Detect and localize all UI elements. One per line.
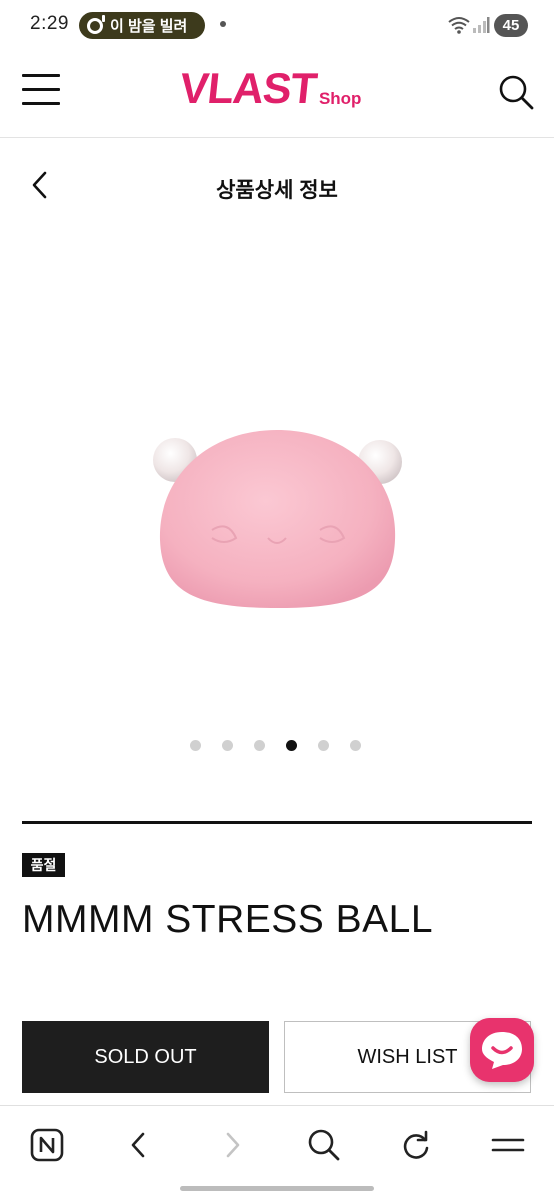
carousel-dot[interactable]	[286, 740, 297, 751]
page-title-bar: 상품상세 정보	[0, 138, 554, 234]
signal-icon	[473, 17, 490, 33]
carousel-dot[interactable]	[222, 740, 233, 751]
carousel-dot[interactable]	[350, 740, 361, 751]
image-carousel-dots[interactable]	[190, 740, 382, 751]
carousel-dot[interactable]	[254, 740, 265, 751]
wifi-icon	[448, 17, 470, 34]
forward-arrow-icon[interactable]	[218, 1128, 246, 1162]
notification-dot-icon	[220, 21, 226, 27]
product-name: MMMM STRESS BALL	[22, 898, 434, 941]
logo-main-text: VLAST	[177, 65, 319, 113]
carousel-dot[interactable]	[190, 740, 201, 751]
sold-out-button[interactable]: SOLD OUT	[22, 1021, 269, 1093]
status-bar: 2:29 이 밤을 빌려 45	[0, 0, 554, 52]
carousel-dot[interactable]	[318, 740, 329, 751]
now-playing-text: 이 밤을 빌려	[110, 18, 188, 35]
home-indicator[interactable]	[180, 1186, 374, 1191]
status-time: 2:29	[30, 13, 69, 34]
search-icon[interactable]	[307, 1128, 341, 1162]
site-header: VLAST Shop	[0, 52, 554, 138]
product-image[interactable]	[140, 420, 415, 620]
search-icon[interactable]	[498, 74, 534, 110]
sold-out-badge: 품절	[22, 853, 65, 877]
naver-n-icon[interactable]	[30, 1128, 64, 1162]
logo-sub-text: Shop	[318, 89, 362, 108]
chat-bubble-icon[interactable]	[470, 1018, 534, 1082]
section-divider	[22, 821, 532, 824]
vlast-shop-logo[interactable]: VLAST Shop	[177, 65, 362, 113]
page-title: 상품상세 정보	[216, 179, 338, 202]
battery-indicator: 45	[494, 14, 528, 37]
browser-toolbar	[0, 1105, 554, 1183]
back-arrow-icon[interactable]	[125, 1128, 153, 1162]
menu-icon[interactable]	[491, 1128, 525, 1162]
music-note-icon	[87, 14, 105, 34]
now-playing-pill[interactable]: 이 밤을 빌려	[79, 12, 205, 39]
hamburger-menu-icon[interactable]	[22, 74, 60, 106]
refresh-icon[interactable]	[400, 1128, 432, 1162]
